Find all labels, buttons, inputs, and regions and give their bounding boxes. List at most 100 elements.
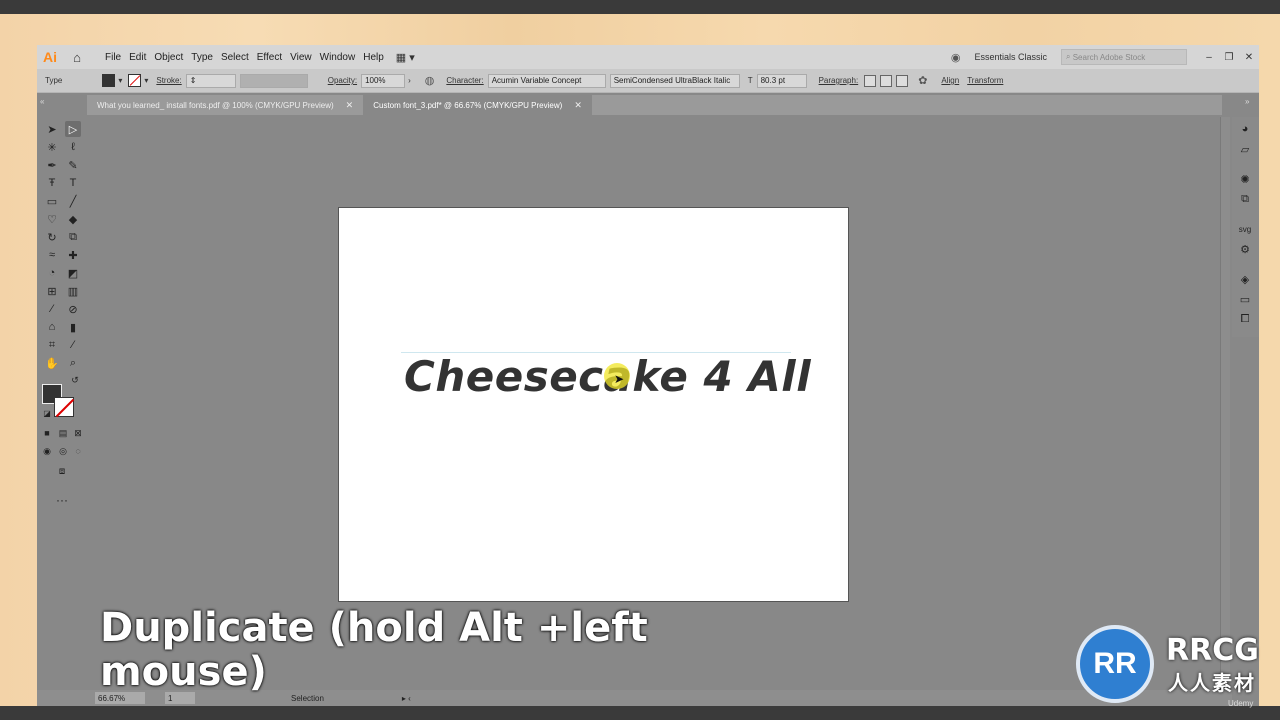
paragraph-label[interactable]: Paragraph: (819, 76, 859, 85)
stroke-color-box[interactable] (54, 397, 74, 417)
status-nav-icon[interactable]: ▸ ‹ (402, 694, 411, 703)
search-stock-input[interactable]: ⌕ Search Adobe Stock (1061, 49, 1187, 65)
draw-behind-icon[interactable]: ◎ (55, 443, 71, 459)
align-left-icon[interactable] (864, 74, 877, 87)
rotate-tool-icon[interactable]: ↻ (44, 229, 60, 245)
align-right-icon[interactable] (896, 74, 909, 87)
rectangle-tool-icon[interactable]: ▭ (44, 193, 60, 209)
chevron-down-icon[interactable]: ▾ (144, 76, 148, 85)
pathfinder-panel-icon[interactable]: ⧠ (1237, 311, 1253, 327)
shape-builder-icon[interactable]: ◔ (44, 265, 60, 281)
direct-selection-tool-icon[interactable]: ▷ (65, 121, 81, 137)
layers-panel-icon[interactable]: ◈ (1237, 271, 1253, 287)
artboard[interactable]: Cheesecake 4 All ➤ (338, 207, 849, 602)
symbol-sprayer-icon[interactable]: ⌂ (44, 319, 60, 335)
minimize-button[interactable]: – (1199, 52, 1219, 63)
paragraph-align-group (864, 74, 909, 87)
font-size-field[interactable]: 80.3 pt (756, 73, 807, 88)
draw-inside-icon[interactable]: ◌ (70, 443, 86, 459)
selection-type-label: Type (45, 76, 63, 85)
menu-window[interactable]: Window (320, 52, 356, 63)
default-colors-icon[interactable]: ◪ (39, 405, 55, 421)
paintbrush-icon[interactable]: ╱ (65, 193, 81, 209)
logo-circle-icon: RR (1076, 625, 1154, 703)
menu-select[interactable]: Select (221, 52, 249, 63)
color-mode-icon[interactable]: ■ (39, 425, 55, 441)
menu-help[interactable]: Help (363, 52, 384, 63)
blend-tool-icon[interactable]: ⊘ (65, 301, 81, 317)
scale-tool-icon[interactable]: ⧉ (65, 229, 81, 245)
settings-panel-icon[interactable]: ⚙ (1237, 241, 1253, 257)
restore-button[interactable]: ❐ (1219, 52, 1239, 63)
live-paint-icon[interactable]: ◩ (65, 265, 81, 281)
menu-view[interactable]: View (290, 52, 312, 63)
eraser-icon[interactable]: ◆ (65, 211, 81, 227)
chevron-right-icon[interactable]: › (408, 76, 411, 85)
slice-tool-icon[interactable]: ⁄ (65, 337, 81, 353)
zoom-tool-icon[interactable]: ⌕ (65, 355, 81, 371)
lightbulb-icon[interactable]: ◉ (951, 51, 961, 64)
vertical-scrollbar[interactable] (1220, 117, 1230, 682)
fill-swatch[interactable] (102, 74, 116, 87)
gradient-mode-icon[interactable]: ▤ (55, 425, 71, 441)
artboard-tool-icon[interactable]: ⌗ (44, 337, 60, 353)
pen-tool-icon[interactable]: ✒ (44, 157, 60, 173)
hand-tool-icon[interactable]: ✋ (44, 355, 60, 371)
align-center-icon[interactable] (880, 74, 893, 87)
type-tool-icon[interactable]: T (65, 175, 81, 191)
none-mode-icon[interactable]: ⊠ (70, 425, 86, 441)
swap-colors-icon[interactable]: ↺ (67, 372, 83, 388)
graph-tool-icon[interactable]: ▮ (65, 319, 81, 335)
transform-label[interactable]: Transform (967, 76, 1003, 85)
close-icon[interactable]: ✕ (346, 100, 354, 111)
variable-width-field[interactable] (239, 73, 308, 88)
status-tool-text: Selection (291, 693, 324, 703)
document-panel-icon[interactable]: ▱ (1237, 141, 1253, 157)
draw-normal-icon[interactable]: ◉ (39, 443, 55, 459)
color-panel-icon[interactable]: ◕ (1237, 121, 1253, 137)
menu-edit[interactable]: Edit (129, 52, 146, 63)
magic-wand-icon[interactable]: ✳ (44, 139, 60, 155)
opacity-label[interactable]: Opacity: (328, 76, 357, 85)
menu-object[interactable]: Object (154, 52, 183, 63)
libraries-panel-icon[interactable]: ⧉ (1237, 191, 1253, 207)
workspace-switcher[interactable]: Essentials Classic (974, 52, 1047, 62)
gradient-tool-icon[interactable]: ▥ (65, 283, 81, 299)
chevron-down-icon[interactable]: ▾ (118, 76, 122, 85)
font-family-field[interactable]: Acumin Variable Concept (487, 73, 606, 88)
tab-install-fonts[interactable]: What you learned_ install fonts.pdf @ 10… (87, 95, 363, 115)
arrange-documents-icon[interactable]: ▦ ▾ (396, 51, 415, 64)
shaper-tool-icon[interactable]: ♡ (44, 211, 60, 227)
stroke-swatch[interactable] (128, 74, 142, 87)
svg-panel-icon[interactable]: svg (1237, 221, 1253, 237)
stroke-weight-field[interactable]: ⇕ (185, 73, 236, 88)
menu-effect[interactable]: Effect (257, 52, 282, 63)
selection-tool-icon[interactable]: ➤ (44, 121, 60, 137)
collapse-right-icon[interactable]: » (1245, 97, 1249, 106)
mesh-tool-icon[interactable]: ⊞ (44, 283, 60, 299)
eyedropper-icon[interactable]: ⁄ (44, 301, 60, 317)
glyphs-icon[interactable]: ✿ (918, 74, 927, 87)
gradient-panel-icon[interactable]: ▭ (1237, 291, 1253, 307)
blob-brush-icon[interactable]: Ŧ (44, 175, 60, 191)
collapse-left-icon[interactable]: « (40, 97, 44, 106)
curvature-tool-icon[interactable]: ✎ (65, 157, 81, 173)
stroke-label[interactable]: Stroke: (156, 76, 181, 85)
sun-panel-icon[interactable]: ✺ (1237, 171, 1253, 187)
close-button[interactable]: ✕ (1239, 52, 1259, 63)
font-style-field[interactable]: SemiCondensed UltraBlack Italic (609, 73, 740, 88)
home-icon[interactable]: ⌂ (67, 50, 87, 65)
menu-type[interactable]: Type (191, 52, 213, 63)
width-tool-icon[interactable]: ≈ (44, 247, 60, 263)
tab-custom-font[interactable]: Custom font_3.pdf* @ 66.67% (CMYK/GPU Pr… (363, 95, 592, 115)
align-label[interactable]: Align (941, 76, 959, 85)
edit-toolbar-icon[interactable]: ··· (56, 493, 76, 507)
puppet-warp-icon[interactable]: ✚ (65, 247, 81, 263)
close-icon[interactable]: ✕ (574, 100, 582, 111)
menu-file[interactable]: File (105, 52, 121, 63)
lasso-icon[interactable]: ℓ (65, 139, 81, 155)
screen-mode-icon[interactable]: ⧈ (54, 463, 70, 479)
recolor-icon[interactable]: ◍ (425, 74, 435, 87)
character-label[interactable]: Character: (446, 76, 483, 85)
opacity-field[interactable]: 100% (361, 73, 406, 88)
